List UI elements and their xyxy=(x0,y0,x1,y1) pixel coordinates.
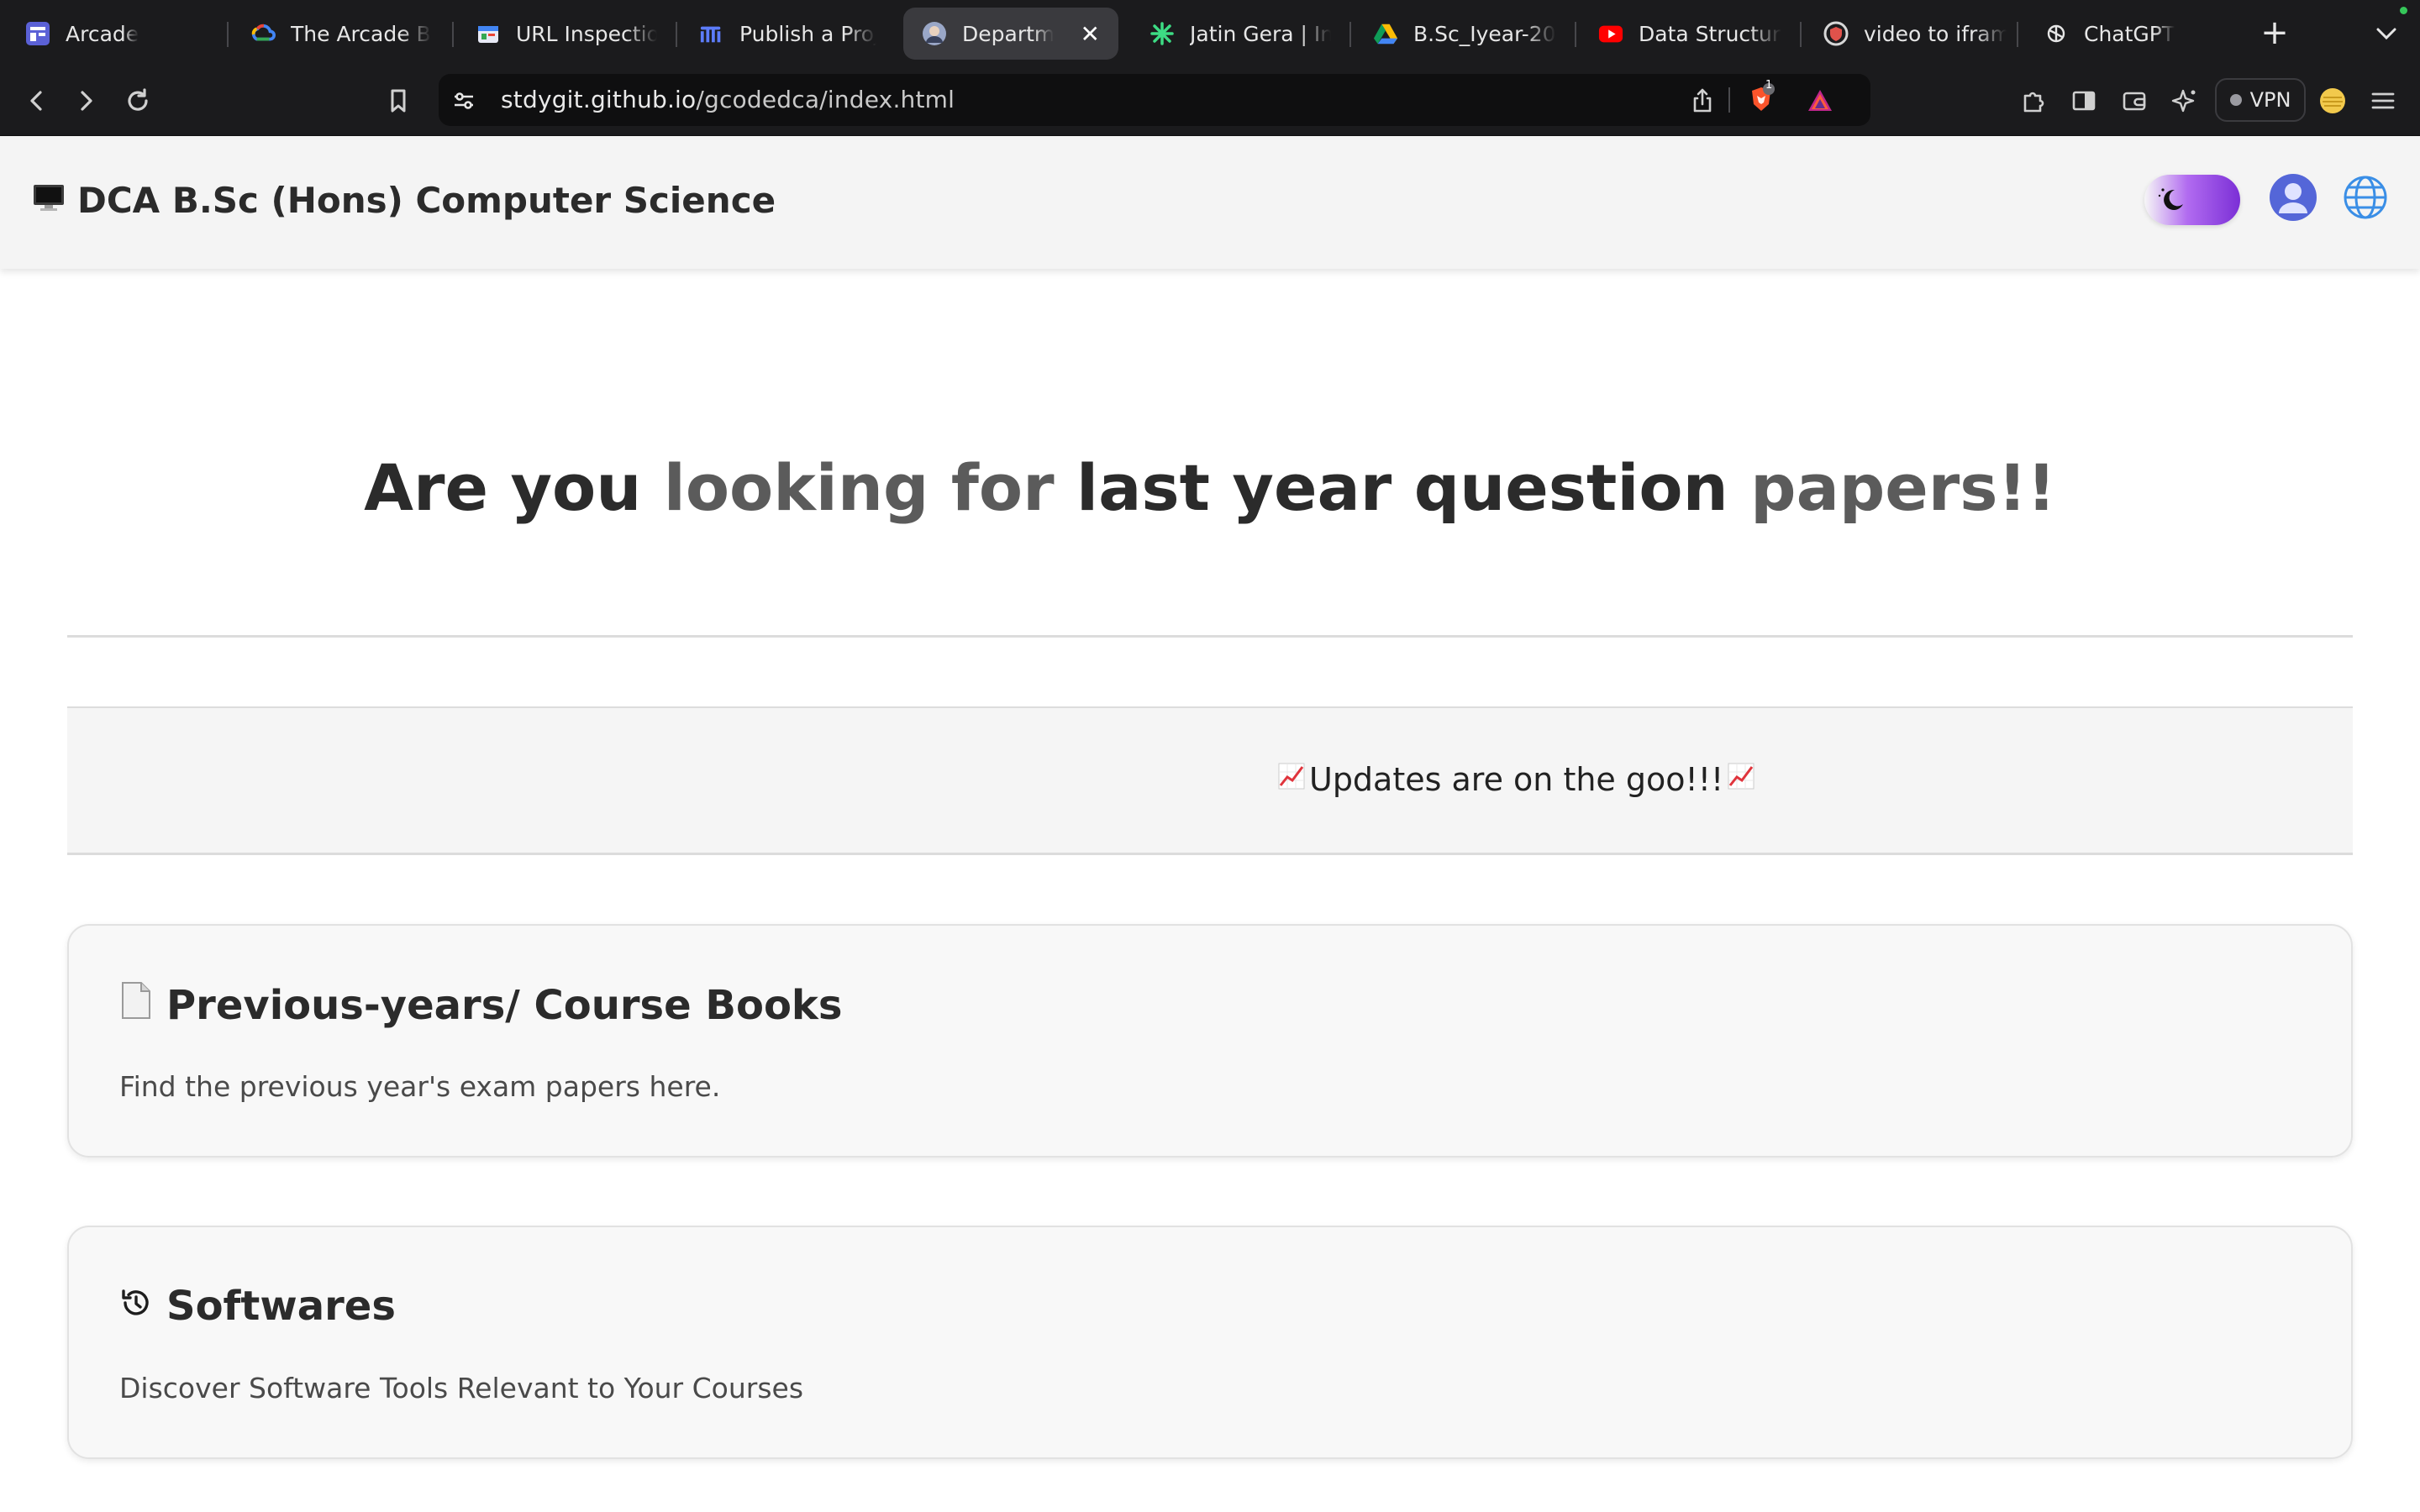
vpn-button[interactable]: VPN xyxy=(2215,78,2306,122)
updates-marquee-text: Updates are on the goo!!! xyxy=(1277,761,1755,798)
tab-title: The Arcade Ba xyxy=(291,21,432,46)
tab-publish-project[interactable]: Publish a Proje xyxy=(681,8,895,60)
search-console-icon xyxy=(476,21,501,46)
tab-arcade-badge[interactable]: The Arcade Ba xyxy=(232,8,450,60)
hero-heading: Are you looking for last year question p… xyxy=(0,450,2420,525)
chatgpt-icon xyxy=(2044,21,2069,46)
tab-title: Arcade xyxy=(66,21,139,46)
hero-text-part: Are you xyxy=(364,450,664,525)
menu-icon[interactable] xyxy=(2363,81,2403,121)
card-title-text: Softwares xyxy=(166,1283,396,1330)
google-drive-icon xyxy=(1373,21,1398,46)
shield-badge: 1 xyxy=(1765,79,1773,92)
update-indicator-dot xyxy=(2400,7,2407,14)
tab-list-chevron-icon[interactable] xyxy=(2370,17,2403,50)
tab-data-structure[interactable]: Data Structure xyxy=(1580,8,1800,60)
new-tab-button[interactable]: + xyxy=(2255,13,2294,52)
card-title-text: Previous-years/ Course Books xyxy=(166,982,843,1029)
tab-divider xyxy=(227,22,229,47)
tab-title: ChatGPT xyxy=(2084,21,2175,46)
tab-title: Data Structure xyxy=(1639,21,1781,46)
moon-icon xyxy=(2153,181,2190,218)
page-icon xyxy=(119,981,153,1030)
tab-chatgpt[interactable]: ChatGPT xyxy=(2025,8,2245,60)
hero-text-part: papers!! xyxy=(1750,450,2056,525)
url-path: /gcodedca/index.html xyxy=(696,86,955,113)
divider xyxy=(67,853,2353,855)
site-title-text: DCA B.Sc (Hons) Computer Science xyxy=(77,180,776,221)
card-softwares[interactable]: Softwares Discover Software Tools Releva… xyxy=(67,1226,2353,1459)
tab-title: URL Inspection xyxy=(516,21,657,46)
bookmark-icon[interactable] xyxy=(378,81,418,121)
chart-increasing-icon xyxy=(1277,761,1306,798)
tab-divider xyxy=(676,22,677,47)
tab-bsc-drive[interactable]: B.Sc_Iyear-20 xyxy=(1355,8,1575,60)
card-title: Softwares xyxy=(119,1283,396,1330)
vpn-label: VPN xyxy=(2249,88,2291,112)
avatar-favicon xyxy=(922,21,947,46)
dark-mode-toggle[interactable] xyxy=(2144,175,2240,225)
vpn-status-dot xyxy=(2229,94,2242,106)
profile-coin-icon[interactable] xyxy=(2312,81,2353,121)
leo-ai-icon[interactable] xyxy=(2165,81,2205,121)
desktop-computer-icon xyxy=(32,180,66,221)
youtube-icon xyxy=(1598,21,1623,46)
tab-divider xyxy=(452,22,454,47)
site-title[interactable]: DCA B.Sc (Hons) Computer Science xyxy=(32,180,776,221)
tab-title: Departmer xyxy=(962,21,1054,46)
wallet-icon[interactable] xyxy=(2114,81,2154,121)
shield-favicon xyxy=(1823,21,1849,46)
google-cloud-icon xyxy=(250,21,276,46)
tab-video-iframe[interactable]: video to iframe xyxy=(1805,8,2025,60)
tab-divider xyxy=(1800,22,1802,47)
close-tab-icon[interactable]: ✕ xyxy=(1081,20,1100,48)
reload-icon[interactable] xyxy=(118,81,158,121)
sidebar-toggle-icon[interactable] xyxy=(2064,81,2104,121)
brave-shield-icon[interactable]: 1 xyxy=(1741,79,1781,119)
arcade-icon xyxy=(25,21,50,46)
tab-title: Jatin Gera | Ins xyxy=(1190,21,1331,46)
tab-department-active[interactable]: Departmer ✕ xyxy=(903,8,1118,60)
forward-arrow-icon[interactable] xyxy=(66,81,106,121)
globe-icon[interactable] xyxy=(2341,173,2390,222)
tab-jatin-gera[interactable]: Jatin Gera | Ins xyxy=(1131,8,1349,60)
tab-url-inspection[interactable]: URL Inspection xyxy=(457,8,676,60)
brave-rewards-icon[interactable] xyxy=(1800,81,1840,121)
tab-divider xyxy=(2017,22,2018,47)
url-text[interactable]: stdygit.github.io/gcodedca/index.html xyxy=(501,86,955,113)
tab-divider xyxy=(1349,22,1351,47)
tab-title: Publish a Proje xyxy=(739,21,876,46)
chart-increasing-icon xyxy=(1727,761,1755,798)
publish-icon xyxy=(699,21,724,46)
perplexity-icon xyxy=(1150,21,1175,46)
card-title: Previous-years/ Course Books xyxy=(119,981,842,1030)
back-arrow-icon[interactable] xyxy=(17,81,57,121)
hero-text-part: looking for xyxy=(663,450,1077,525)
user-avatar-icon[interactable] xyxy=(2269,173,2317,222)
card-description: Discover Software Tools Relevant to Your… xyxy=(119,1372,804,1404)
tab-title: video to iframe xyxy=(1864,21,2007,46)
tab-divider xyxy=(1575,22,1576,47)
updates-text: Updates are on the goo!!! xyxy=(1309,761,1724,798)
browser-tab-bar: Arcade The Arcade Ba URL Inspection Publ… xyxy=(0,0,2420,66)
site-settings-icon[interactable] xyxy=(444,81,484,121)
share-icon[interactable] xyxy=(1682,81,1723,121)
card-previous-years[interactable]: Previous-years/ Course Books Find the pr… xyxy=(67,924,2353,1158)
divider xyxy=(67,635,2353,638)
tab-title: B.Sc_Iyear-20 xyxy=(1413,21,1556,46)
url-host: stdygit.github.io xyxy=(501,86,697,113)
url-divider xyxy=(1728,87,1730,113)
extensions-icon[interactable] xyxy=(2013,81,2054,121)
updates-banner xyxy=(67,708,2353,854)
hero-text-part: last year question xyxy=(1076,450,1751,525)
tab-arcade[interactable]: Arcade xyxy=(7,8,217,60)
history-icon xyxy=(119,1283,153,1330)
card-description: Find the previous year's exam papers her… xyxy=(119,1070,721,1103)
